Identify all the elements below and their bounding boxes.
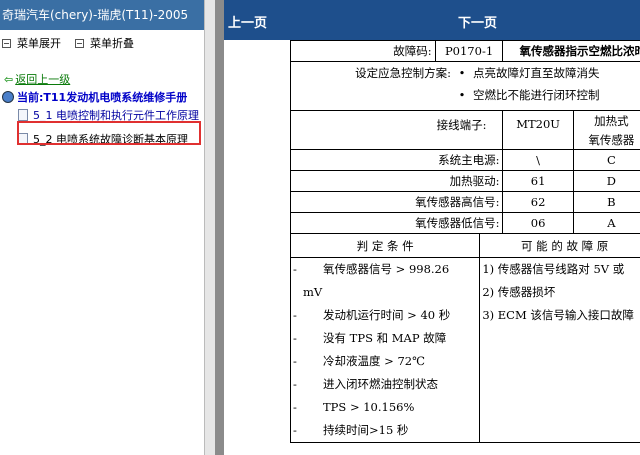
condition-item: 冷却液温度 > 72℃ [323,354,425,368]
expand-menu-label: 菜单展开 [17,37,61,50]
document-page: 故障码: P0170-1 氧传感器指示空燃比浓时 设定应急控制方案: • 点亮故障… [289,40,640,443]
terminal-label: 接线端子: [289,110,504,150]
emergency-row: 设定应急控制方案: • 点亮故障灯直至故障消失 • 空燃比不能进行闭环控制 [290,61,640,111]
row-value: D [572,170,640,192]
condition-item: 没有 TPS 和 MAP 故障 [323,331,447,345]
condition-item: 持续时间>15 秒 [323,423,409,437]
condition-header: 判 定 条 件 [289,233,481,258]
scrollbar[interactable] [215,0,224,455]
collapse-icon [75,38,84,48]
collapse-menu-label: 菜单折叠 [90,37,134,50]
page-nav-bar: 上一页 下一页 [224,0,640,40]
row-value: 61 [502,170,574,192]
content-panel: 上一页 下一页 故障码: P0170-1 氧传感器指示空燃比浓时 设定应急控制方… [224,0,640,455]
diagnosis-table: 判 定 条 件 可 能 的 故 障 原 - 氧传感器信号 > 998.26 mV … [289,233,640,443]
expand-menu-button[interactable]: 菜单展开 [2,35,61,51]
emergency-item: 空燃比不能进行闭环控制 [473,88,600,102]
dtc-label: 故障码: [290,40,436,62]
condition-item: mV [303,285,323,299]
row-value: A [572,212,640,234]
panel-title: 奇瑞汽车(chery)-瑞虎(T11)-2005 [0,0,204,30]
sensor-header-line1: 加热式 [572,110,640,130]
splitter[interactable] [205,0,215,455]
condition-list: - 氧传感器信号 > 998.26 mV - 发动机运行时间 > 40 秒 - 没有 … [289,257,481,443]
back-link-label: 返回上一级 [15,73,71,86]
ecu-header: MT20U [502,110,574,150]
current-node[interactable]: 当前:T11发动机电喷系统维修手册 [0,88,204,106]
condition-item: 氧传感器信号 > 998.26 [323,262,450,276]
condition-item: TPS > 10.156% [323,400,415,414]
row-name: 系统主电源: [289,149,504,171]
row-value: B [572,191,640,213]
row-name: 加热驱动: [289,170,504,192]
row-value: \ [502,149,574,171]
table-row: 加热驱动: 61 D [289,170,640,192]
row-value: 06 [502,212,574,234]
sensor-header-line2: 氧传感器 [572,130,640,150]
emergency-label: 设定应急控制方案: [355,66,451,80]
back-arrow-icon: ⇦ [4,72,14,86]
condition-item: 发动机运行时间 > 40 秒 [323,308,451,322]
prev-page-button[interactable]: 上一页 [228,12,267,31]
table-row: 氧传感器低信号: 06 A [289,212,640,234]
next-page-button[interactable]: 下一页 [458,12,497,31]
dtc-table: 故障码: P0170-1 氧传感器指示空燃比浓时 设定应急控制方案: • 点亮故障… [289,40,640,234]
cause-list: 1) 传感器信号线路对 5V 或 2) 传感器损坏 3) ECM 该信号输入接口… [479,257,640,443]
row-name: 氧传感器低信号: [289,212,504,234]
row-name: 氧传感器高信号: [289,191,504,213]
cause-header: 可 能 的 故 障 原 [479,233,640,258]
current-node-label: 当前:T11发动机电喷系统维修手册 [17,91,188,104]
book-icon [2,91,14,103]
back-link[interactable]: ⇦ 返回上一级 [0,70,204,88]
document-icon [18,109,28,121]
dtc-description: 氧传感器指示空燃比浓时 [502,40,640,62]
collapse-menu-button[interactable]: 菜单折叠 [75,35,134,51]
expand-icon [2,38,11,48]
table-row: 系统主电源: \ C [289,149,640,171]
row-value: 62 [502,191,574,213]
condition-item: 进入闭环燃油控制状态 [323,377,438,391]
menu-bar: 菜单展开 菜单折叠 [0,32,204,54]
navigation-panel: 奇瑞汽车(chery)-瑞虎(T11)-2005 菜单展开 菜单折叠 ⇦ 返回上… [0,0,205,455]
row-value: C [572,149,640,171]
cause-item: 2) 传感器损坏 [482,285,556,299]
dtc-code: P0170-1 [434,40,504,62]
cause-item: 3) ECM 该信号输入接口故障 [482,308,634,322]
table-row: 氧传感器高信号: 62 B [289,191,640,213]
cause-item: 1) 传感器信号线路对 5V 或 [482,262,625,276]
selection-highlight [17,121,201,145]
emergency-item: 点亮故障灯直至故障消失 [473,66,600,80]
